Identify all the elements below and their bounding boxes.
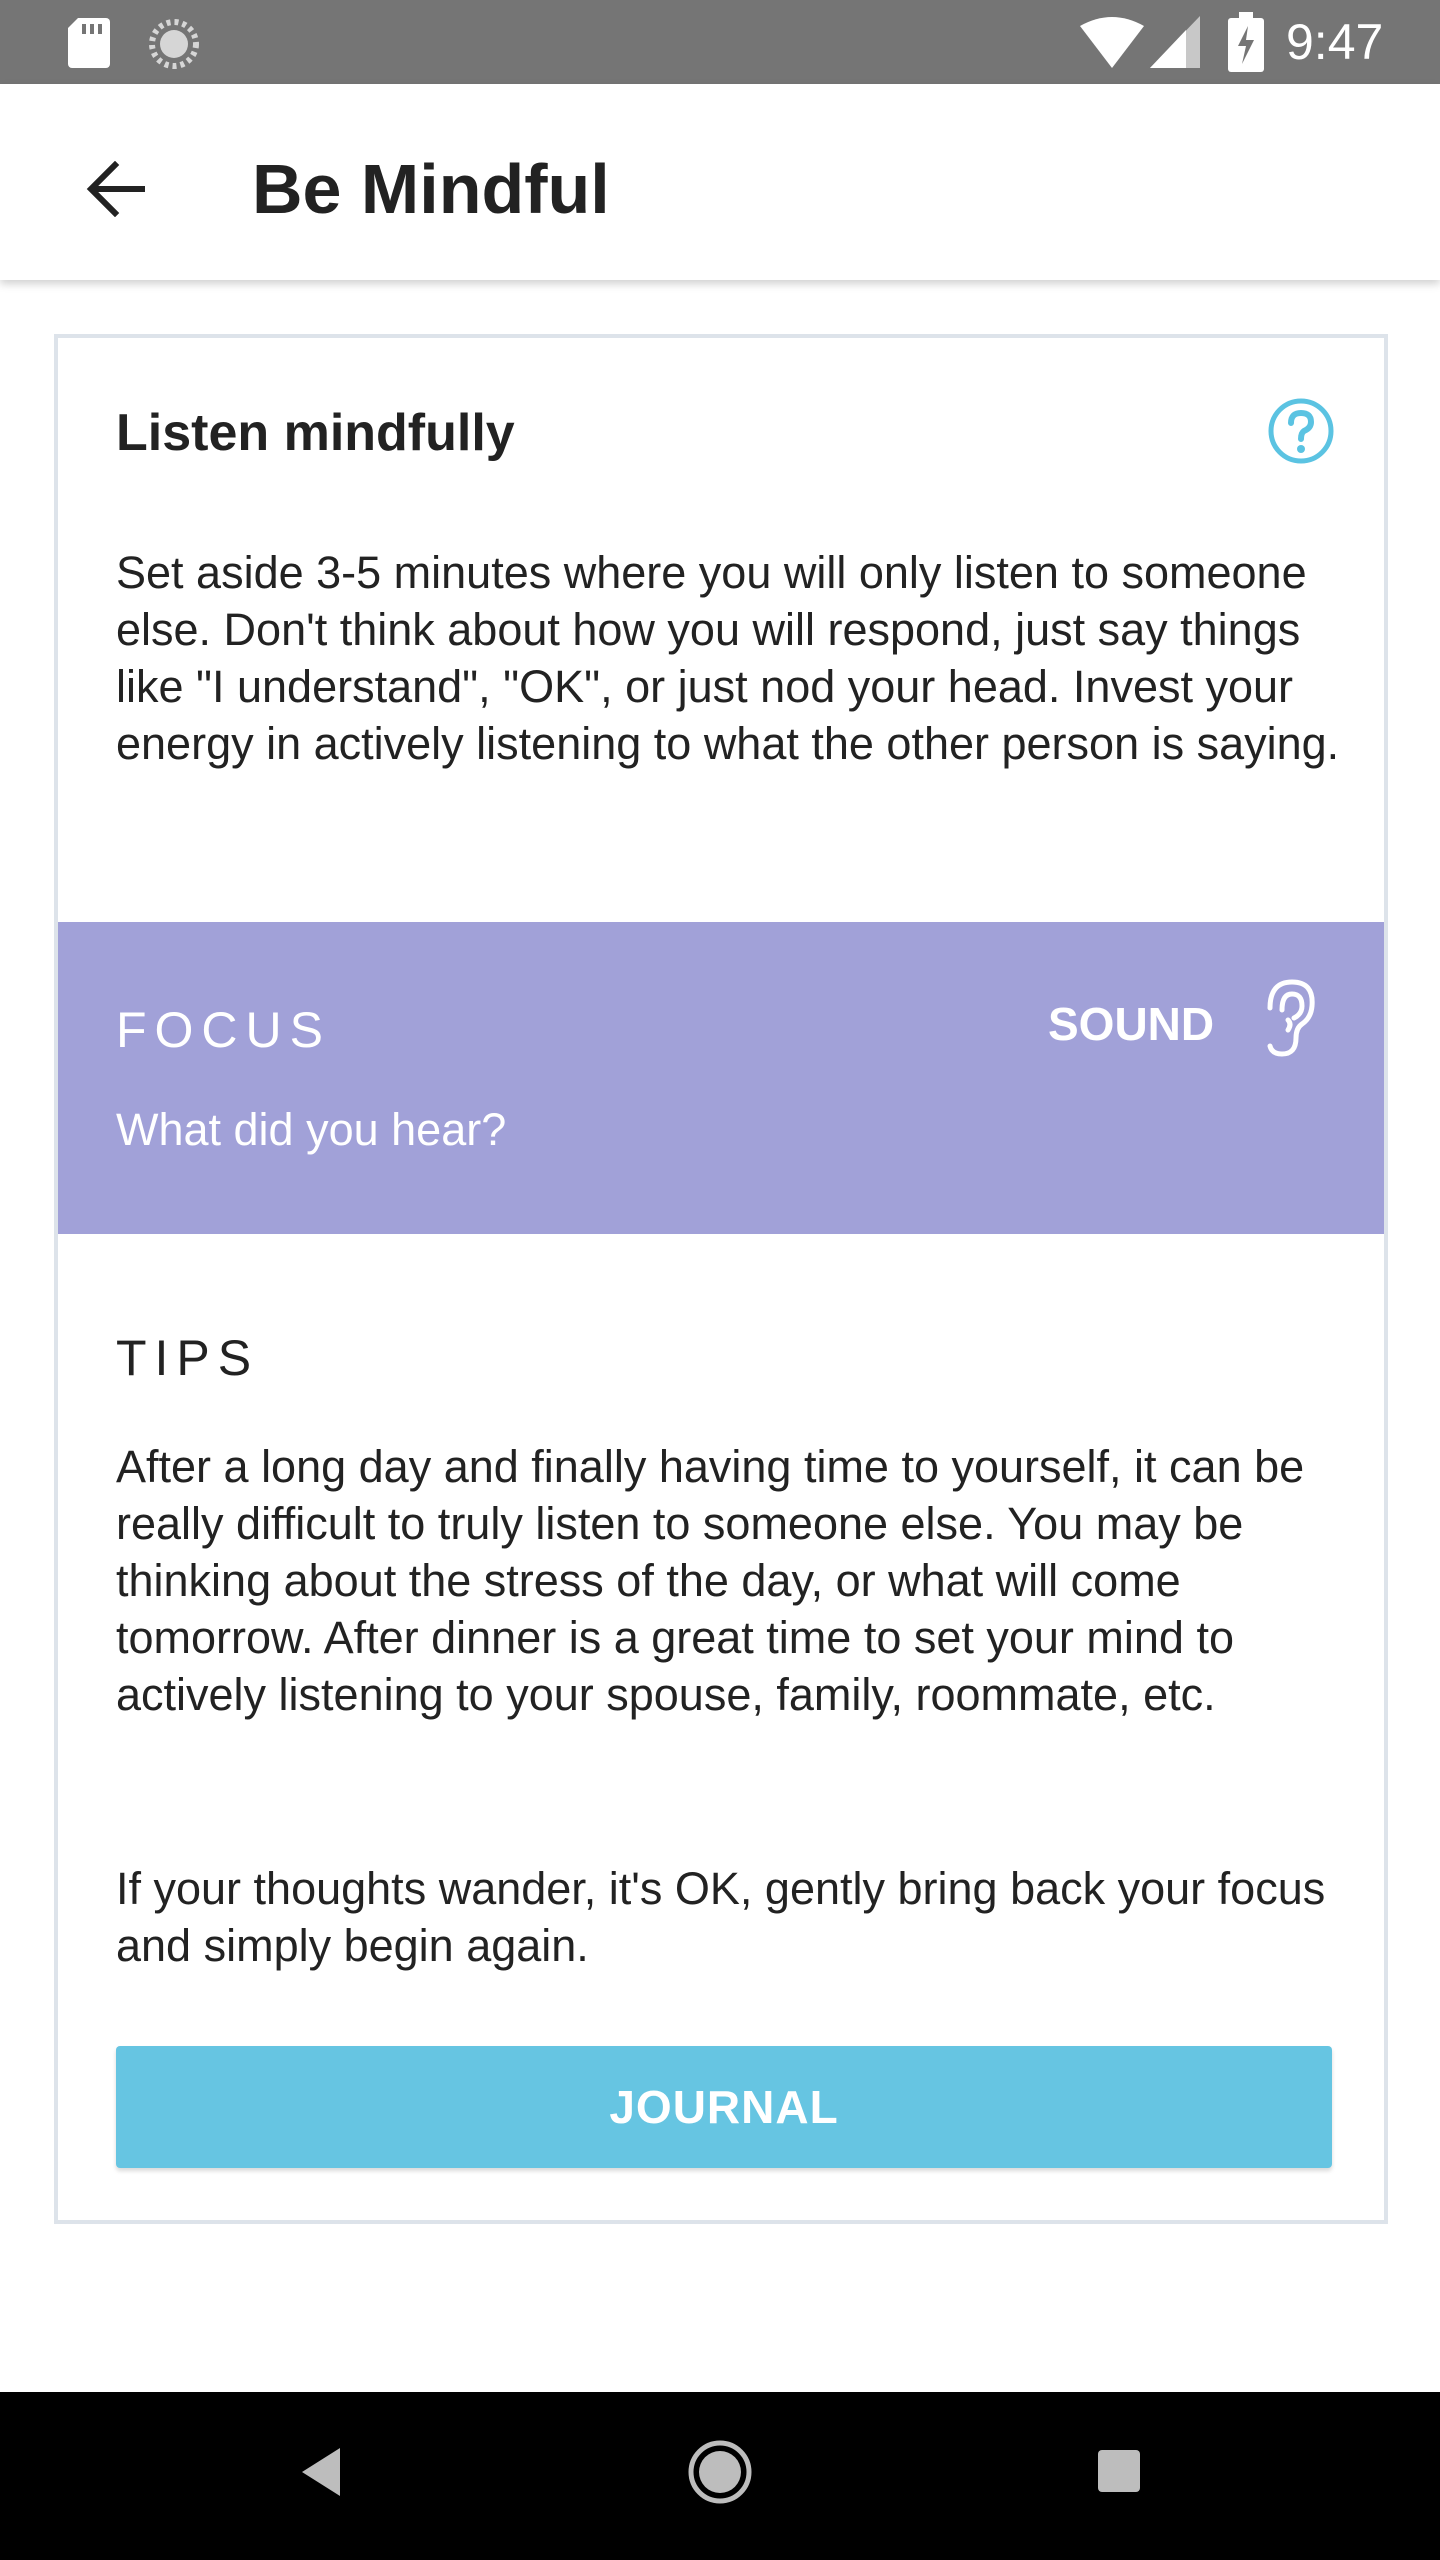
tips-paragraph-2: If your thoughts wander, it's OK, gently…	[116, 1863, 1326, 1971]
activity-description: Set aside 3-5 minutes where you will onl…	[116, 547, 1340, 769]
arrow-back-icon	[86, 161, 145, 217]
nav-recent-icon[interactable]	[1096, 2448, 1142, 2494]
sync-icon	[149, 19, 199, 69]
nav-home-icon[interactable]	[686, 2438, 754, 2506]
wifi-icon	[1080, 17, 1144, 68]
focus-label: FOCUS	[116, 1002, 331, 1058]
status-bar: 9:47	[0, 0, 1440, 84]
back-button[interactable]	[60, 134, 170, 244]
sense-label: SOUND	[1048, 998, 1215, 1050]
question-circle-icon[interactable]	[1266, 396, 1336, 466]
ear-icon	[1267, 979, 1315, 1057]
sd-card-icon	[68, 18, 110, 68]
battery-charging-icon	[1228, 12, 1264, 72]
signal-icon	[1150, 16, 1200, 68]
activity-card: Listen mindfully Set aside 3-5 minutes w…	[54, 334, 1388, 2224]
app-bar: Be Mindful	[0, 84, 1440, 280]
page-title: Be Mindful	[252, 150, 610, 228]
status-time: 9:47	[1286, 14, 1384, 70]
focus-section: FOCUS What did you hear? SOUND	[58, 922, 1384, 1234]
nav-back-icon[interactable]	[296, 2444, 346, 2500]
tips-label: TIPS	[116, 1330, 260, 1386]
tips-paragraph-1: After a long day and finally having time…	[116, 1441, 1305, 1720]
system-nav-bar	[0, 2392, 1440, 2560]
journal-button[interactable]: JOURNAL	[116, 2046, 1332, 2168]
activity-title: Listen mindfully	[116, 404, 515, 462]
focus-prompt: What did you hear?	[116, 1104, 507, 1155]
